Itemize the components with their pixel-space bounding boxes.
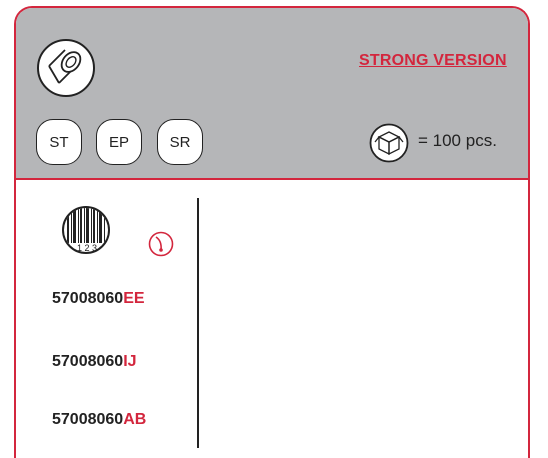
variant-st-button[interactable]: ST [36,119,82,165]
article-code-suffix: AB [123,411,147,428]
article-code: 57008060AB [52,411,146,429]
box-icon [369,123,409,163]
barcode-icon: 1 2 3 [62,206,110,254]
dial-icon [148,231,174,257]
article-code: 57008060IJ [52,353,137,371]
pipe-fitting-icon [37,39,95,97]
article-code-base: 57008060 [52,411,124,428]
variant-sr-button[interactable]: SR [157,119,203,165]
card-header: STRONG VERSION ST EP SR = 100 pcs. [16,8,528,180]
variant-ep-button[interactable]: EP [96,119,142,165]
column-divider [197,198,199,448]
article-code-base: 57008060 [52,290,124,307]
article-code: 57008060EE [52,290,145,308]
strong-version-link[interactable]: STRONG VERSION [359,52,507,70]
article-code-base: 57008060 [52,353,124,370]
article-code-suffix: EE [123,290,145,307]
article-code-suffix: IJ [123,353,137,370]
barcode-digits: 1 2 3 [77,243,97,253]
product-card: STRONG VERSION ST EP SR = 100 pcs. 1 2 3… [14,6,530,458]
quantity-per-box: = 100 pcs. [418,131,497,150]
